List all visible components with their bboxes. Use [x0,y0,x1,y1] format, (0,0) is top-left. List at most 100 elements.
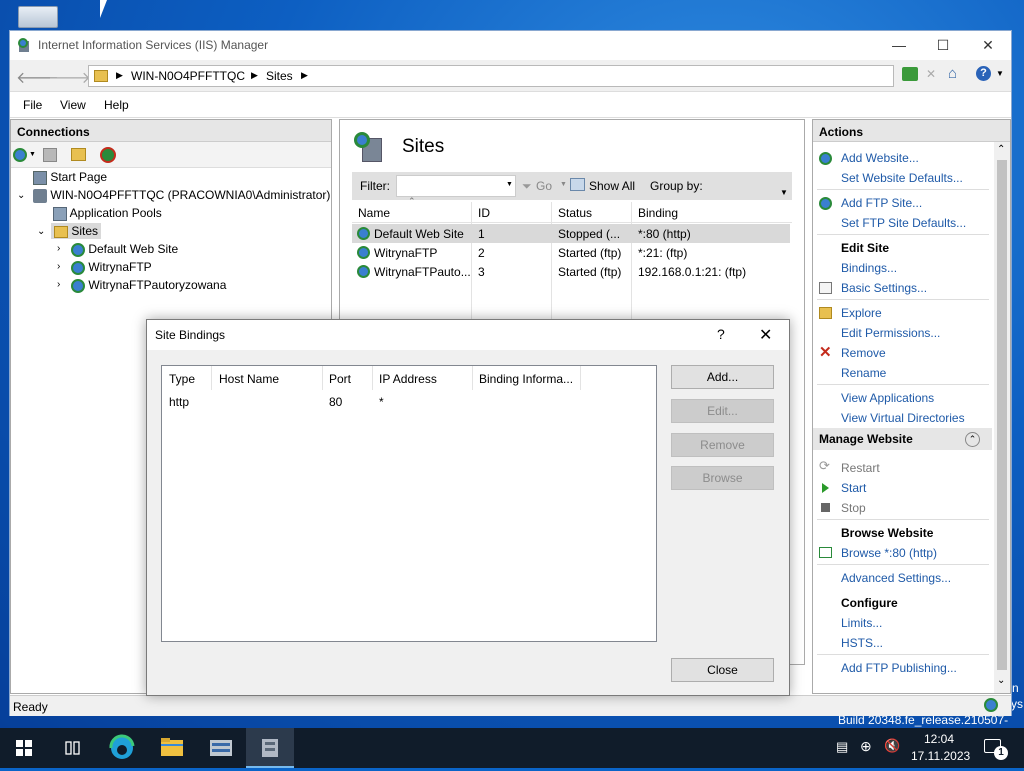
tray-date[interactable]: 17.11.2023 [911,749,970,763]
go-button[interactable]: Go [536,179,552,193]
menu-view[interactable]: View [60,98,86,112]
filter-input[interactable] [396,175,516,197]
column-header-binding[interactable]: Binding [638,206,678,220]
tree-expander-icon[interactable]: › [57,279,60,290]
column-header-name[interactable]: Name [358,206,390,220]
filter-dropdown-icon[interactable]: ▼ [506,181,513,188]
connect-dropdown-icon[interactable]: ▼ [29,151,36,158]
dialog-close-x-button[interactable]: ✕ [759,325,772,345]
table-row[interactable]: Default Web Site 1 Stopped (... *:80 (ht… [352,224,790,243]
tray-volume-muted-icon[interactable]: 🔇 [884,738,900,754]
dialog-help-button[interactable]: ? [717,326,725,342]
tree-item-sites[interactable]: Sites [51,223,102,239]
recycle-bin-icon[interactable] [18,6,58,28]
tree-label: Application Pools [69,206,162,220]
edit-binding-button[interactable]: Edit... [671,399,774,423]
menu-help[interactable]: Help [104,98,129,112]
server-manager-icon[interactable] [197,728,245,768]
column-header-type[interactable]: Type [169,372,195,386]
tray-network-icon[interactable]: ▤ [836,739,848,755]
column-header-port[interactable]: Port [329,372,351,386]
action-limits[interactable]: Limits... [841,616,882,630]
table-row[interactable]: WitrynaFTPauto... 3 Started (ftp) 192.16… [352,262,790,281]
action-stop[interactable]: Stop [841,501,866,515]
stop-icon[interactable]: ✕ [926,67,940,81]
action-explore[interactable]: Explore [841,306,882,320]
refresh-icon[interactable] [902,67,918,81]
iis-manager-taskbar-icon[interactable] [246,728,294,768]
action-bindings[interactable]: Bindings... [841,261,897,275]
scroll-up-icon[interactable]: ⌃ [997,144,1005,155]
action-restart[interactable]: Restart [841,461,880,475]
column-header-id[interactable]: ID [478,206,490,220]
action-basic-settings[interactable]: Basic Settings... [841,281,927,295]
tree-item-app-pools[interactable]: Application Pools [53,206,162,221]
action-set-website-defaults[interactable]: Set Website Defaults... [841,171,963,185]
save-icon[interactable] [43,148,57,162]
file-explorer-icon[interactable] [148,728,196,768]
table-row[interactable]: http 80 * [162,392,656,410]
add-binding-button[interactable]: Add... [671,365,774,389]
breadcrumb-sites[interactable]: Sites [266,69,293,83]
action-advanced-settings[interactable]: Advanced Settings... [841,571,951,585]
help-dropdown-icon[interactable]: ▼ [996,69,1004,78]
disconnect-icon[interactable] [100,147,116,163]
tree-item-start-page[interactable]: Start Page [33,170,107,185]
up-folder-icon[interactable] [71,148,86,161]
column-header-ip-address[interactable]: IP Address [379,372,437,386]
filter-label: Filter: [360,179,390,193]
action-edit-permissions[interactable]: Edit Permissions... [841,326,940,340]
home-icon[interactable]: ⌂ [948,65,957,82]
action-view-virtual-directories[interactable]: View Virtual Directories [841,411,965,425]
scroll-down-icon[interactable]: ⌄ [997,675,1005,686]
tree-expander-icon[interactable]: ⌄ [37,226,45,237]
remove-binding-button[interactable]: Remove [671,433,774,457]
address-bar[interactable]: ▶ WIN-N0O4PFFTTQC ▶ Sites ▶ [88,65,894,87]
table-row[interactable]: WitrynaFTP 2 Started (ftp) *:21: (ftp) [352,243,790,262]
action-browse-80[interactable]: Browse *:80 (http) [841,546,937,560]
column-header-host-name[interactable]: Host Name [219,372,279,386]
tree-expander-icon[interactable]: ⌄ [17,190,25,201]
connect-globe-icon[interactable] [13,148,27,162]
show-all-icon[interactable] [570,178,585,191]
action-start[interactable]: Start [841,481,866,495]
action-rename[interactable]: Rename [841,366,886,380]
edge-browser-icon[interactable] [98,728,146,768]
action-remove[interactable]: Remove [841,346,886,360]
column-header-status[interactable]: Status [558,206,592,220]
actions-scrollbar[interactable]: ⌃ ⌄ [994,142,1010,693]
tree-expander-icon[interactable]: › [57,243,60,254]
site-bindings-dialog: Site Bindings ? ✕ Type Host Name Port IP… [146,319,790,696]
column-header-binding-info[interactable]: Binding Informa... [479,372,573,386]
forward-arrow-icon[interactable]: 🡒 [48,67,91,88]
menu-file[interactable]: File [23,98,42,112]
group-by-dropdown-icon[interactable]: ▼ [780,188,788,197]
minimize-button[interactable]: — [876,31,922,60]
close-dialog-button[interactable]: Close [671,658,774,682]
browse-binding-button[interactable]: Browse [671,466,774,490]
task-view-icon[interactable] [48,728,96,768]
action-add-ftp-site[interactable]: Add FTP Site... [841,196,922,210]
action-add-ftp-publishing[interactable]: Add FTP Publishing... [841,661,957,675]
show-all-button[interactable]: Show All [589,179,635,193]
go-dropdown-icon[interactable]: ▼ [560,181,567,188]
action-hsts[interactable]: HSTS... [841,636,883,650]
go-funnel-icon[interactable]: ⏷ [522,179,532,194]
start-windows-icon[interactable] [0,728,48,768]
action-view-applications[interactable]: View Applications [841,391,934,405]
maximize-button[interactable]: ☐ [920,31,966,60]
tree-item-default-web-site[interactable]: Default Web Site [71,242,178,257]
scroll-thumb[interactable] [997,160,1007,670]
tray-time[interactable]: 12:04 [924,732,954,746]
collapse-chevron-icon[interactable]: ⌃ [965,432,980,447]
tray-language-icon[interactable]: ⊕ [860,738,872,755]
action-add-website[interactable]: Add Website... [841,151,919,165]
tree-item-witrynaftpautoryzowana[interactable]: WitrynaFTPautoryzowana [71,278,226,293]
breadcrumb-server[interactable]: WIN-N0O4PFFTTQC [131,69,245,83]
tree-item-server[interactable]: WIN-N0O4PFFTTQC (PRACOWNIA0\Administrato… [33,188,330,203]
tree-item-witrynaftp[interactable]: WitrynaFTP [71,260,152,275]
close-window-button[interactable]: ✕ [965,31,1011,60]
tree-expander-icon[interactable]: › [57,261,60,272]
action-set-ftp-defaults[interactable]: Set FTP Site Defaults... [841,216,966,230]
help-icon[interactable]: ? [976,66,991,81]
